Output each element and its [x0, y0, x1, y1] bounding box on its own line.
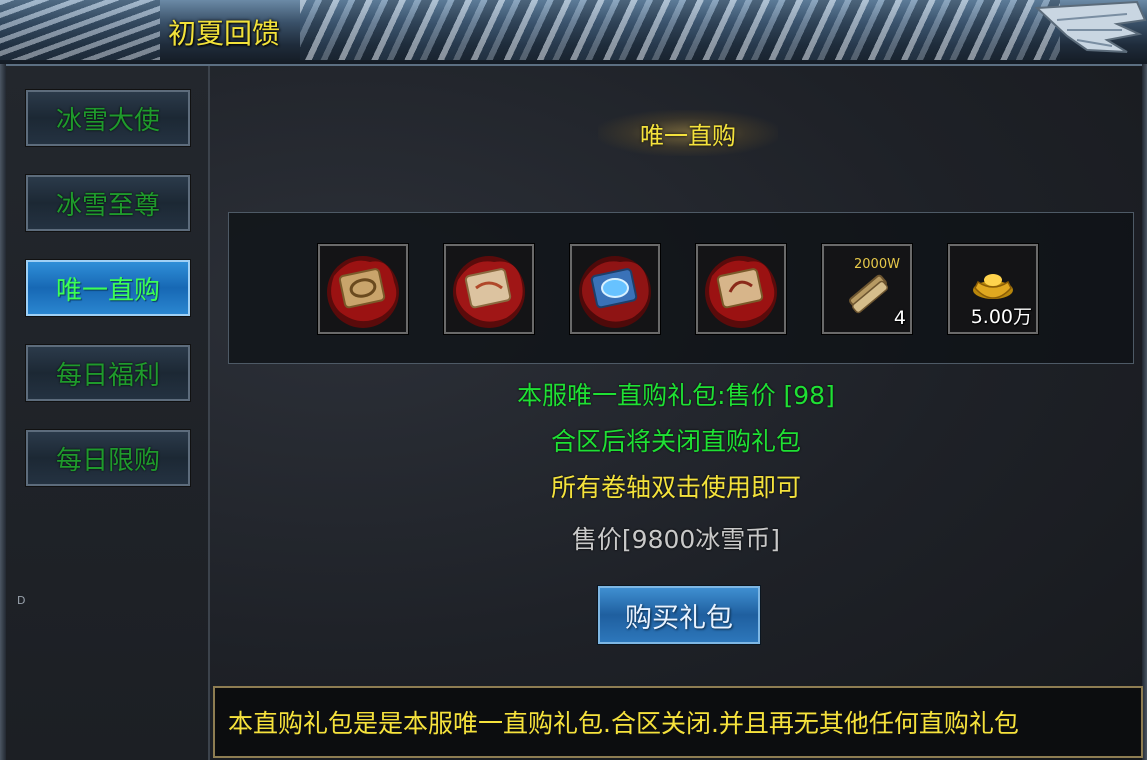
svg-text:2000W: 2000W [854, 257, 900, 272]
wing-ornament-icon [1034, 0, 1147, 53]
sidebar: 冰雪大使 冰雪至尊 唯一直购 每日福利 每日限购 D [6, 66, 210, 760]
tab-daily-benefit[interactable]: 每日福利 [25, 344, 191, 402]
tab-unique-purchase[interactable]: 唯一直购 [25, 259, 191, 317]
info-currency-price: 售价[9800冰雪币] [571, 525, 781, 554]
tab-ice-supreme[interactable]: 冰雪至尊 [25, 174, 191, 232]
blue-gem-card-icon [579, 256, 651, 328]
red-scroll-card-icon [705, 256, 777, 328]
info-merge-line: 合区后将关闭直购礼包 [550, 427, 801, 456]
item-quantity: 5.00万 [970, 306, 1032, 328]
reward-slot[interactable] [695, 243, 787, 335]
buy-gift-pack-button[interactable]: 购买礼包 [597, 585, 761, 645]
reward-slot[interactable] [317, 243, 409, 335]
info-price-line: 本服唯一直购礼包:售价 [98] [517, 381, 835, 410]
reward-slot[interactable]: 2000W 4 [821, 243, 913, 335]
side-marker-text: D [17, 594, 26, 607]
main-content: 唯一直购 2000W 4 5.00万 本服唯一直购礼包:售价 [98] 合区后将… [210, 66, 1143, 760]
reward-slot[interactable] [443, 243, 535, 335]
frame-right-border [1142, 64, 1147, 760]
reward-slot[interactable] [569, 243, 661, 335]
window-title: 初夏回馈 [168, 17, 281, 50]
game-panel: 初夏回馈 冰雪大使 冰雪至尊 唯一直购 每日福利 每日限购 D 唯一直购 200… [0, 0, 1147, 760]
tab-ice-ambassador[interactable]: 冰雪大使 [25, 89, 191, 147]
red-scroll-card-icon [327, 256, 399, 328]
notice-banner: 本直购礼包是是本服唯一直购礼包.合区关闭.并且再无其他任何直购礼包 [213, 686, 1143, 758]
tab-daily-limited[interactable]: 每日限购 [25, 429, 191, 487]
reward-item-row: 2000W 4 5.00万 [228, 212, 1134, 364]
reward-slot[interactable]: 5.00万 [947, 243, 1039, 335]
info-scroll-line: 所有卷轴双击使用即可 [550, 473, 801, 502]
item-quantity: 4 [893, 307, 906, 329]
section-title: 唯一直购 [598, 110, 778, 156]
red-scroll-card-icon [453, 256, 525, 328]
